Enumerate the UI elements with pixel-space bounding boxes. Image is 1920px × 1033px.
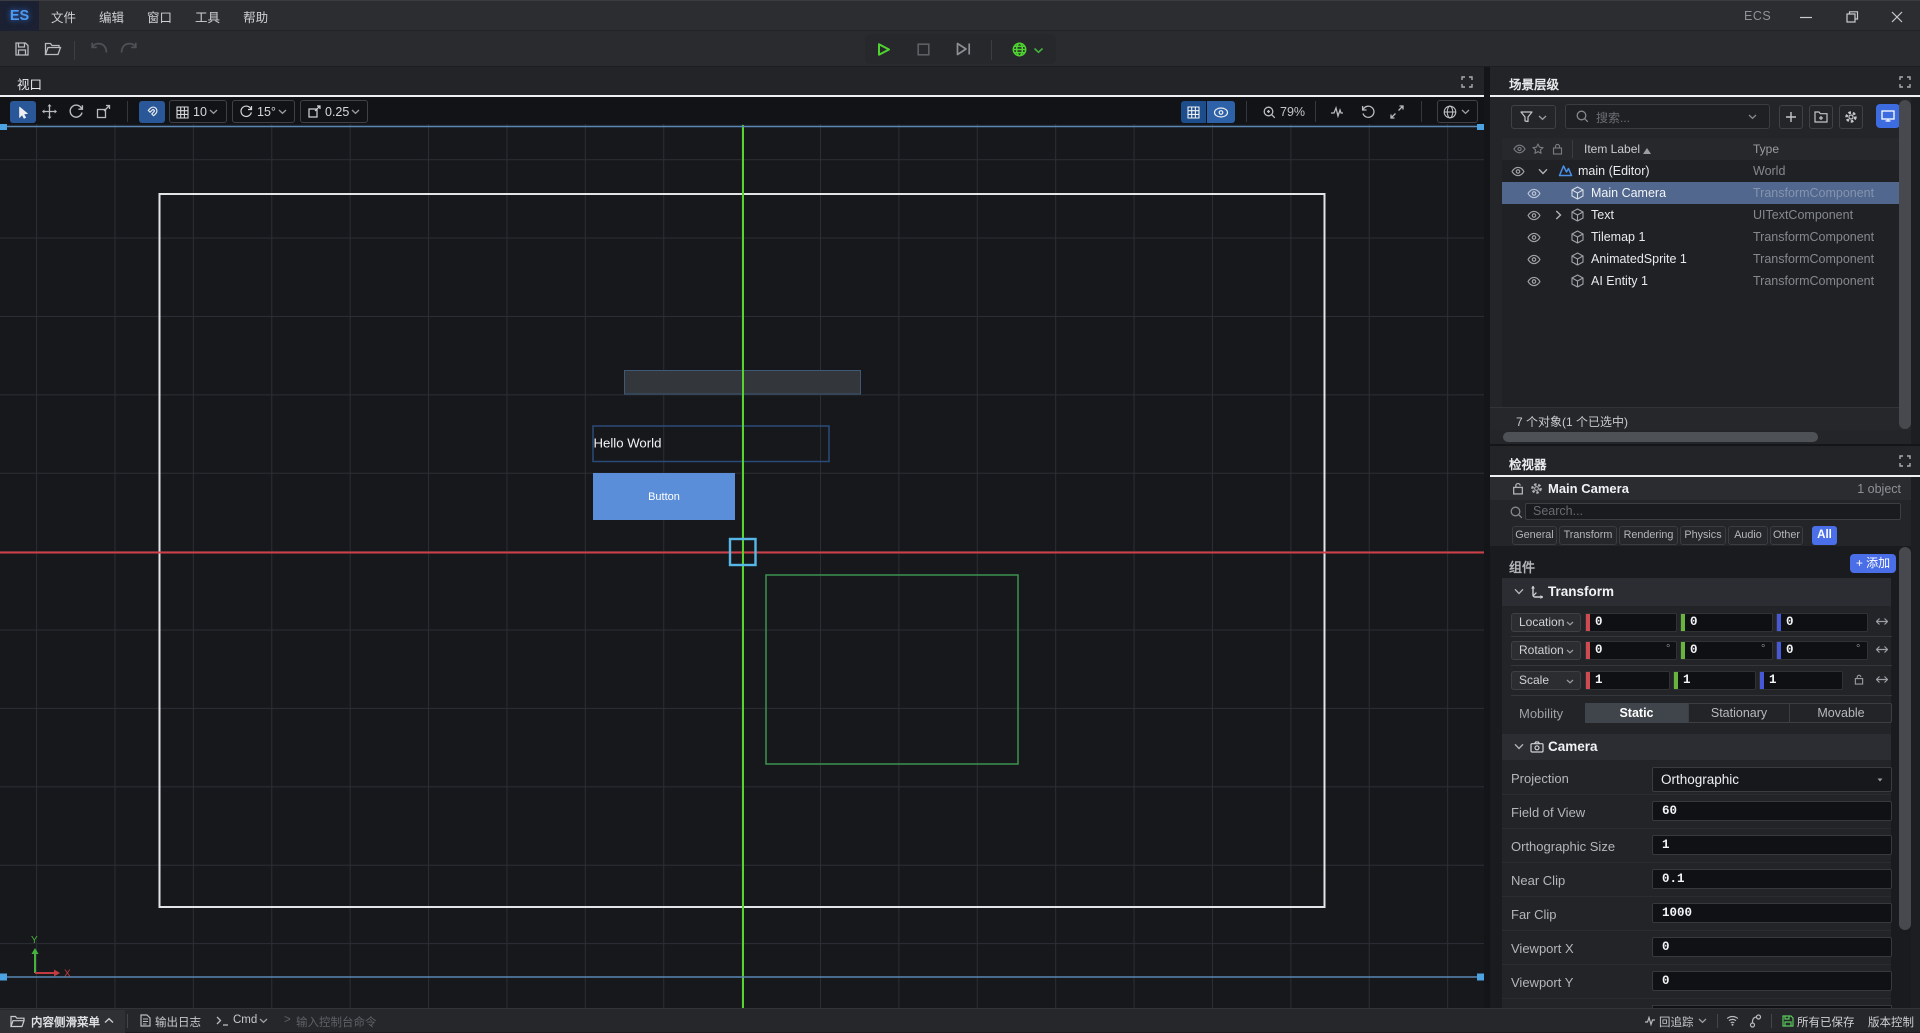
svg-text:Button: Button (648, 491, 680, 503)
svg-text:X: X (64, 969, 71, 980)
svg-text:Hello World: Hello World (594, 436, 662, 451)
svg-text:Y: Y (31, 935, 38, 946)
